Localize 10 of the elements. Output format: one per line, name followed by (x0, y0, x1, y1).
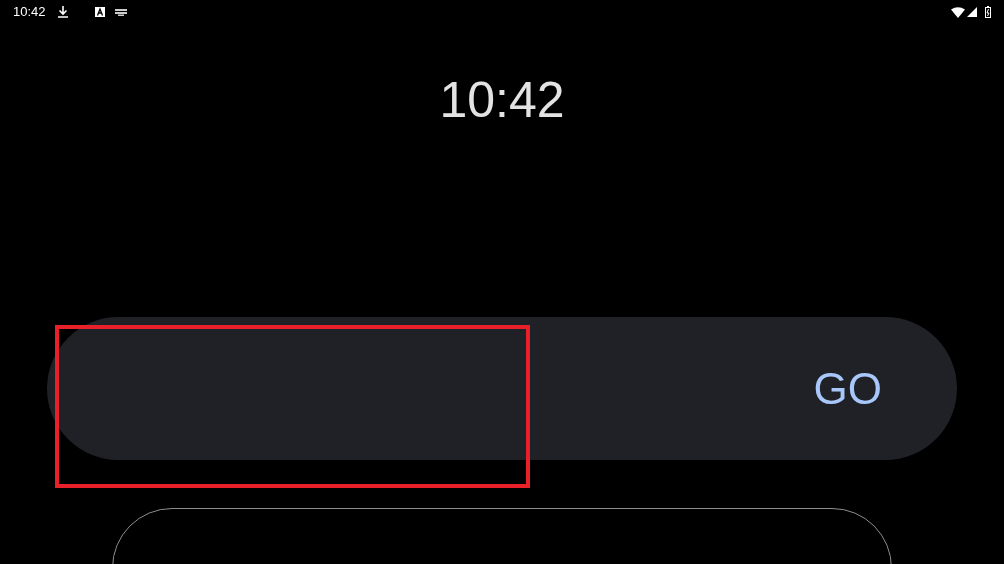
battery-icon (985, 6, 991, 18)
clock-time: 10:42 (439, 75, 565, 125)
download-icon (57, 6, 68, 18)
go-button[interactable]: GO (813, 366, 882, 411)
input-field[interactable]: GO (47, 317, 957, 460)
signal-icon (967, 7, 977, 17)
status-time: 10:42 (13, 3, 46, 22)
wifi-icon (951, 6, 965, 18)
app-icon (94, 7, 105, 17)
keyboard-icon (114, 8, 127, 16)
